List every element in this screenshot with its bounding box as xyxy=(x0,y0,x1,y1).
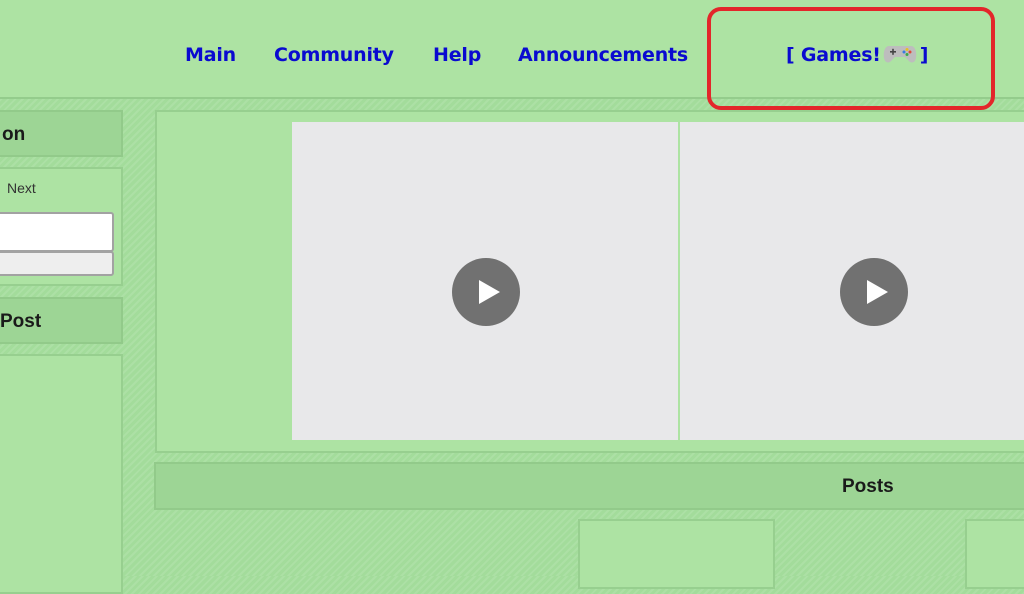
play-icon[interactable] xyxy=(840,258,908,326)
post-card[interactable] xyxy=(578,519,775,589)
sidebar-post-header: Post xyxy=(0,297,123,344)
play-icon[interactable] xyxy=(452,258,520,326)
sidebar-post-title: Post xyxy=(0,311,42,332)
nav-link-help[interactable]: Help xyxy=(433,44,481,66)
posts-header: Posts xyxy=(154,462,1024,510)
nav-link-announcements[interactable]: Announcements xyxy=(518,44,688,66)
nav-link-main[interactable]: Main xyxy=(185,44,236,66)
games-highlight-annotation xyxy=(707,7,995,110)
sidebar-form-panel: Next xyxy=(0,167,123,286)
sidebar-submit-button[interactable] xyxy=(0,251,114,276)
top-navigation-bar: Main Community Help Announcements [ Game… xyxy=(0,0,1024,110)
sidebar-text-input[interactable] xyxy=(0,212,114,252)
nav-link-community[interactable]: Community xyxy=(274,44,394,66)
next-link[interactable]: Next xyxy=(7,180,36,196)
sidebar-post-panel xyxy=(0,354,123,594)
video-player-2[interactable] xyxy=(680,122,1024,440)
video-player-1[interactable] xyxy=(292,122,678,440)
sidebar-section-header: on xyxy=(0,110,123,157)
video-panel xyxy=(155,110,1024,453)
sidebar-section-title: on xyxy=(2,124,26,145)
post-card[interactable] xyxy=(965,519,1024,589)
posts-title: Posts xyxy=(842,476,894,497)
